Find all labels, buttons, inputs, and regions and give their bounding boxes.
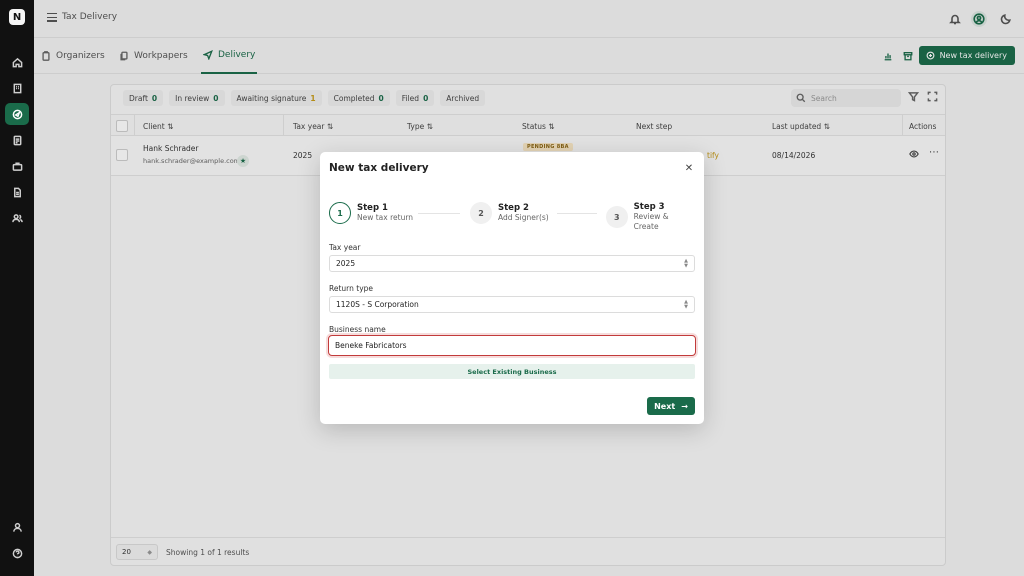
step-2-number: 2 [470,202,492,224]
select-existing-business-button[interactable]: Select Existing Business [329,364,695,379]
users-icon[interactable] [5,207,29,229]
app-logo[interactable]: N [9,9,25,25]
briefcase-icon[interactable] [5,155,29,177]
step-1-title: Step 1 [357,203,388,213]
business-name-input[interactable]: Beneke Fabricators [328,335,696,356]
business-name-value: Beneke Fabricators [335,341,407,350]
tax-year-value: 2025 [336,259,356,268]
next-button[interactable]: Next → [647,397,695,415]
profile-icon[interactable] [5,516,29,538]
arrow-right-icon: → [681,401,688,411]
delivery-nav-icon[interactable] [5,103,29,125]
help-icon[interactable] [5,542,29,564]
document-icon[interactable] [5,129,29,151]
step-1-number: 1 [329,202,351,224]
building-icon[interactable] [5,77,29,99]
close-icon[interactable]: ✕ [683,162,695,174]
return-type-label: Return type [329,284,374,293]
home-icon[interactable] [5,51,29,73]
step-2-title: Step 2 [498,203,529,213]
return-type-value: 1120S - S Corporation [336,300,419,309]
tax-year-select[interactable]: 2025 ▲ ▼ [329,255,695,272]
step-3-subtitle: Review & Create [633,212,669,231]
step-connector [557,213,597,214]
step-3-title: Step 3 [633,202,665,212]
step-2-subtitle: Add Signer(s) [498,213,549,222]
left-rail: N [0,0,34,576]
chevron-updown-icon: ▲ ▼ [684,299,688,310]
step-connector [418,213,460,214]
chevron-updown-icon: ▲ ▼ [684,258,688,269]
business-name-label: Business name [329,325,386,334]
tax-year-label: Tax year [329,243,361,252]
step-2: 2 Step 2 Add Signer(s) [470,202,549,224]
stepper: 1 Step 1 New tax return 2 Step 2 Add Sig… [329,202,695,231]
step-1-subtitle: New tax return [357,213,414,222]
file-text-icon[interactable] [5,181,29,203]
next-label: Next [654,401,676,411]
step-1: 1 Step 1 New tax return [329,202,413,224]
new-tax-delivery-modal: New tax delivery ✕ 1 Step 1 New tax retu… [320,152,704,424]
modal-title: New tax delivery [329,162,429,174]
step-3-number: 3 [606,206,628,228]
return-type-select[interactable]: 1120S - S Corporation ▲ ▼ [329,296,695,313]
step-3: 3 Step 3 Review & Create [606,202,695,232]
